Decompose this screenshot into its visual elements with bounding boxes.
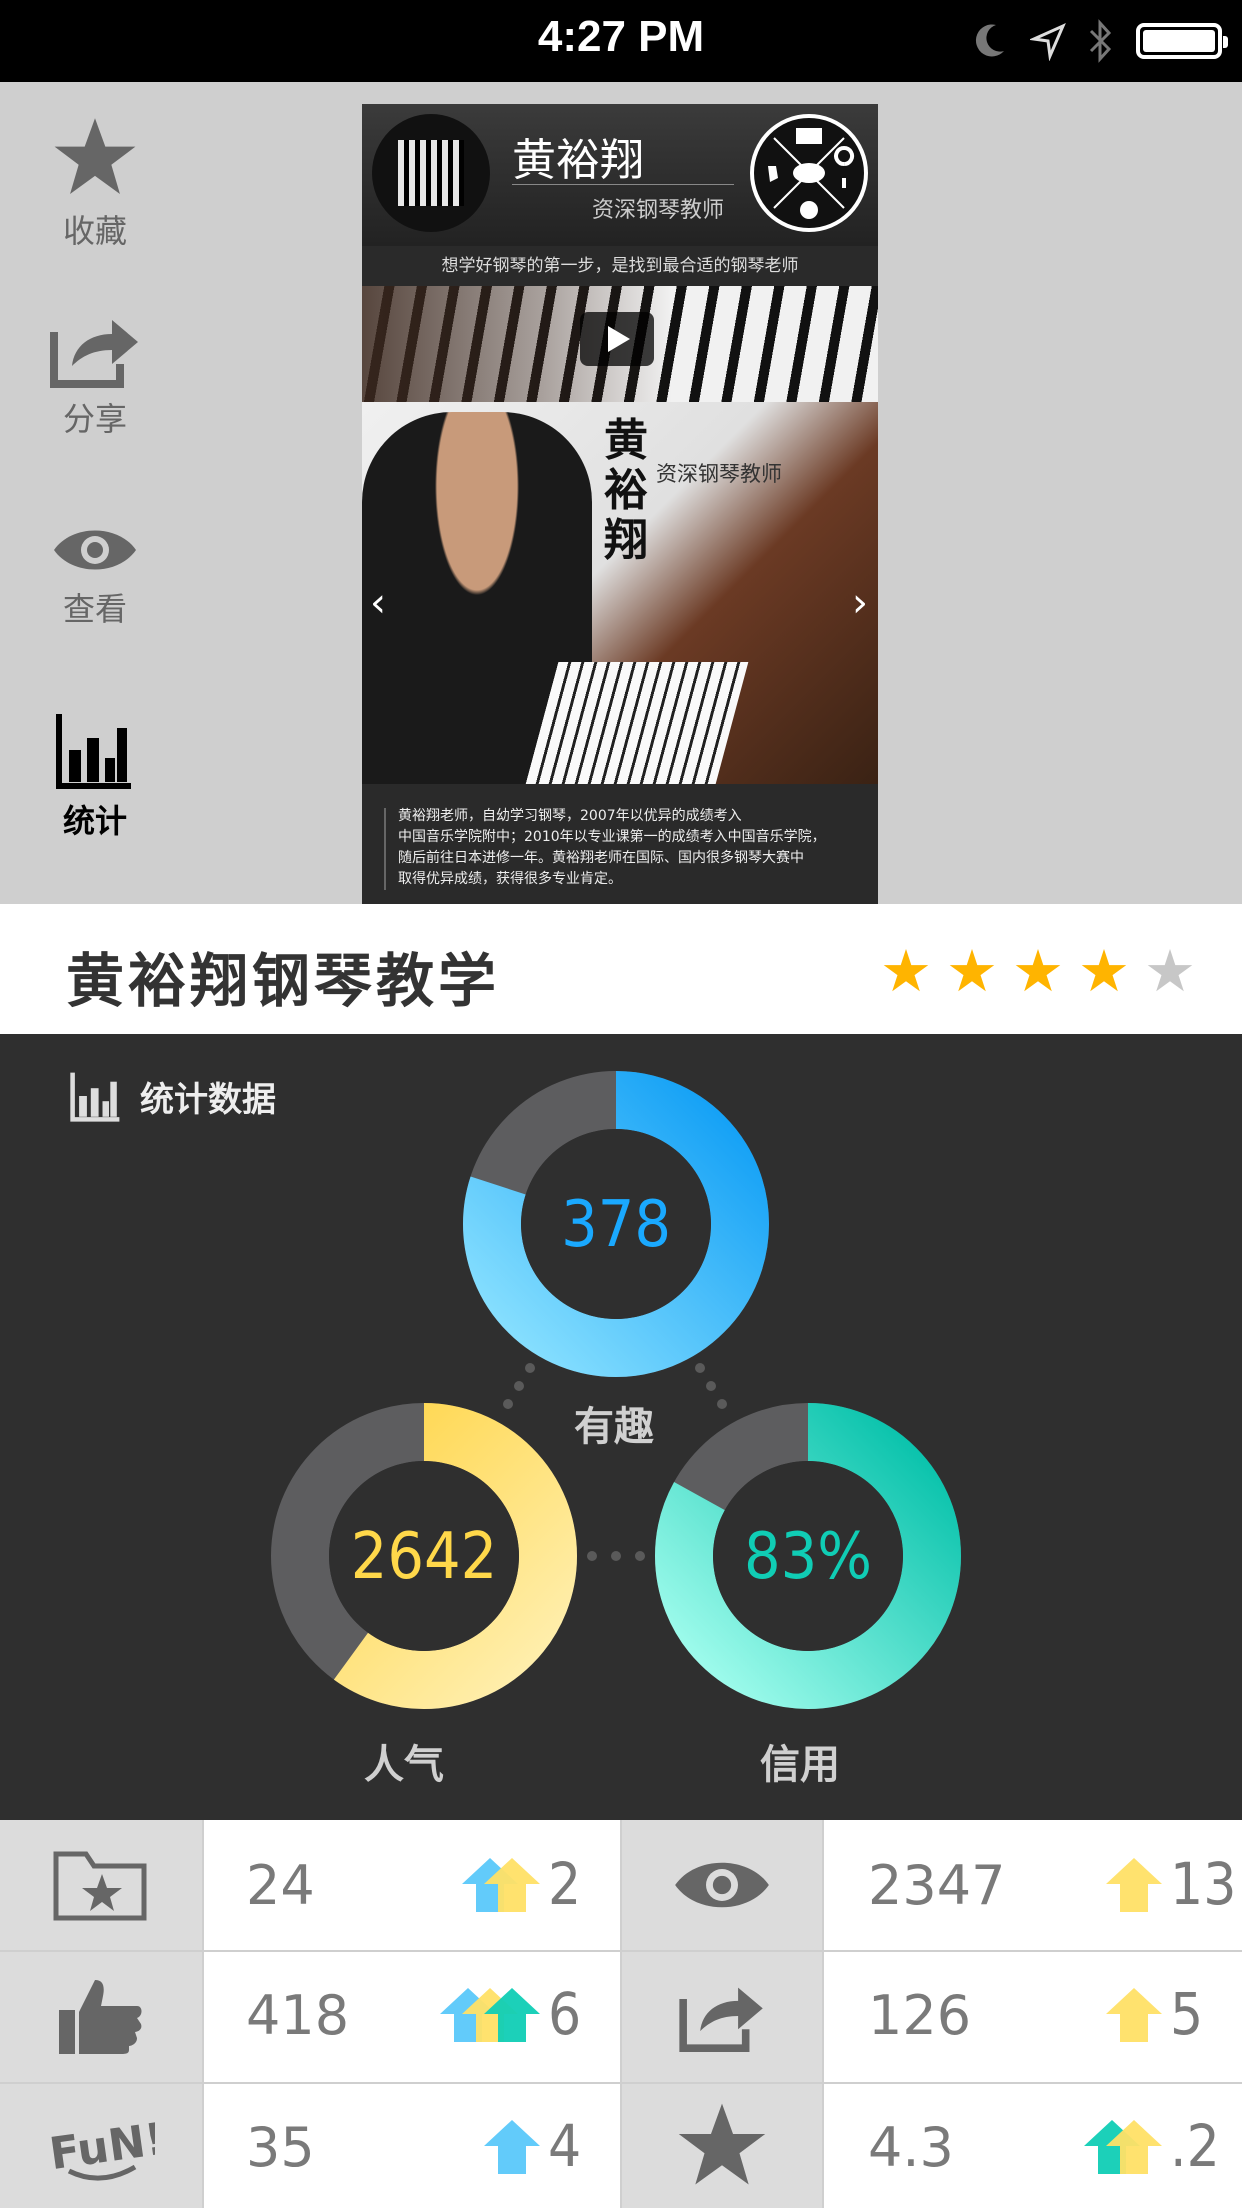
folder-star-icon <box>0 1820 200 1950</box>
trend-up-icon <box>1106 1854 1162 1918</box>
stat-value: 418 <box>246 1984 350 2047</box>
trend-up-icon <box>484 2116 540 2180</box>
contact-wheel-icon[interactable] <box>750 114 868 232</box>
sidebar-item-favorite[interactable]: 收藏 <box>0 114 190 252</box>
ring-label-credit: 信用 <box>760 1742 840 1788</box>
ring-value: 83% <box>744 1520 872 1594</box>
status-bar: 4:27 PM <box>0 0 1242 82</box>
card-name: 黄裕翔 <box>512 135 644 186</box>
moon-icon <box>975 24 1004 57</box>
share-icon <box>50 320 138 388</box>
card-preview-area: 收藏 分享 查看 统计 黄裕翔 资深钢琴教师 想学好钢琴的第一步，是找到最合适的… <box>0 82 1242 904</box>
fun-icon: FuN! <box>0 2082 200 2208</box>
profile-title-bar: 黄裕翔钢琴教学 ★ ★ ★ ★ ★ <box>0 904 1242 1034</box>
sidebar-item-share[interactable]: 分享 <box>0 312 190 440</box>
sidebar-item-label: 查看 <box>62 590 127 628</box>
card-title: 资深钢琴教师 <box>592 198 725 223</box>
ring-fun: 378 <box>463 1071 769 1377</box>
stat-value: 35 <box>246 2116 315 2179</box>
star-icon <box>54 118 136 194</box>
star-icon: ★ <box>946 937 998 1005</box>
ring-popularity: 2642 <box>271 1403 577 1709</box>
trend-up-icon <box>1084 2116 1162 2180</box>
bio-line: 随后前往日本进修一年。黄裕翔老师在国际、国内很多钢琴大赛中 <box>398 850 804 866</box>
battery-icon <box>1136 23 1228 59</box>
bio-line: 中国音乐学院附中；2010年以专业课第一的成绩考入中国音乐学院， <box>398 829 826 845</box>
stat-delta: 5 <box>1170 1980 1204 2048</box>
stat-delta: .2 <box>1170 2112 1220 2180</box>
sidebar-item-stats[interactable]: 统计 <box>0 710 190 842</box>
bar-chart-icon <box>56 714 131 789</box>
eye-icon <box>622 1820 822 1950</box>
sidebar-item-label: 分享 <box>62 400 127 438</box>
carousel-prev-icon[interactable]: ‹ <box>370 580 386 626</box>
stat-value: 126 <box>868 1984 972 2047</box>
share-icon <box>622 1950 822 2082</box>
photo-vertical-name: 黄裕翔 <box>604 415 648 566</box>
location-icon <box>1030 23 1066 61</box>
profile-title: 黄裕翔钢琴教学 <box>66 947 501 1015</box>
sidebar-item-label: 收藏 <box>62 212 127 250</box>
ring-credit: 83% <box>655 1403 961 1709</box>
stat-delta: 6 <box>548 1980 582 2048</box>
bio-line: 取得优异成绩，获得很多专业肯定。 <box>398 871 622 887</box>
card-header: 黄裕翔 资深钢琴教师 <box>362 104 878 246</box>
business-card-preview[interactable]: 黄裕翔 资深钢琴教师 想学好钢琴的第一步，是找到最合适的钢琴老师 黄裕翔 资深钢… <box>362 104 878 904</box>
rating-stars: ★ ★ ★ ★ ★ <box>880 942 1196 1000</box>
photo-vertical-title: 资深钢琴教师 <box>656 462 782 486</box>
video-banner[interactable] <box>362 286 878 402</box>
teacher-photo: 黄裕翔 资深钢琴教师 ‹ › <box>362 402 878 784</box>
ring-value: 378 <box>561 1188 671 1262</box>
bluetooth-icon <box>1089 19 1112 63</box>
stat-delta: 13 <box>1170 1850 1237 1918</box>
card-bio: 黄裕翔老师，自幼学习钢琴，2007年以优异的成绩考入 中国音乐学院附中；2010… <box>362 784 878 904</box>
star-icon: ★ <box>880 937 932 1005</box>
status-icons <box>972 16 1228 66</box>
ring-label-fun: 有趣 <box>574 1404 654 1450</box>
sidebar-item-label: 统计 <box>62 802 127 840</box>
stat-value: 24 <box>246 1854 315 1917</box>
star-icon: ★ <box>1144 937 1196 1005</box>
card-tagline: 想学好钢琴的第一步，是找到最合适的钢琴老师 <box>362 246 878 286</box>
stat-value: 2347 <box>868 1854 1006 1917</box>
star-icon: ★ <box>1012 937 1064 1005</box>
trend-up-icon <box>462 1854 540 1918</box>
ring-value: 2642 <box>351 1520 498 1594</box>
stat-delta: 4 <box>548 2112 582 2180</box>
svg-text:FuN!: FuN! <box>46 2113 155 2180</box>
stats-panel: 统计数据 378 2642 83% 有趣 人气 信用 <box>0 1034 1242 1820</box>
sidebar-item-view[interactable]: 查看 <box>0 522 190 630</box>
trend-up-icon <box>440 1984 540 2048</box>
bio-line: 黄裕翔老师，自幼学习钢琴，2007年以优异的成绩考入 <box>398 808 742 824</box>
carousel-next-icon[interactable]: › <box>852 580 868 626</box>
stat-delta: 2 <box>548 1850 582 1918</box>
stats-table: 24 2 2347 13 418 6 126 5 FuN! 35 4 4.3 .2 <box>0 1820 1242 2208</box>
star-icon <box>622 2082 822 2208</box>
thumbs-up-icon <box>0 1950 200 2082</box>
qr-code[interactable] <box>372 114 490 232</box>
ring-label-popularity: 人气 <box>364 1742 444 1788</box>
star-icon: ★ <box>1078 937 1130 1005</box>
eye-icon <box>54 530 136 570</box>
play-icon[interactable] <box>580 312 654 366</box>
stat-value: 4.3 <box>868 2116 954 2179</box>
trend-up-icon <box>1106 1984 1162 2048</box>
